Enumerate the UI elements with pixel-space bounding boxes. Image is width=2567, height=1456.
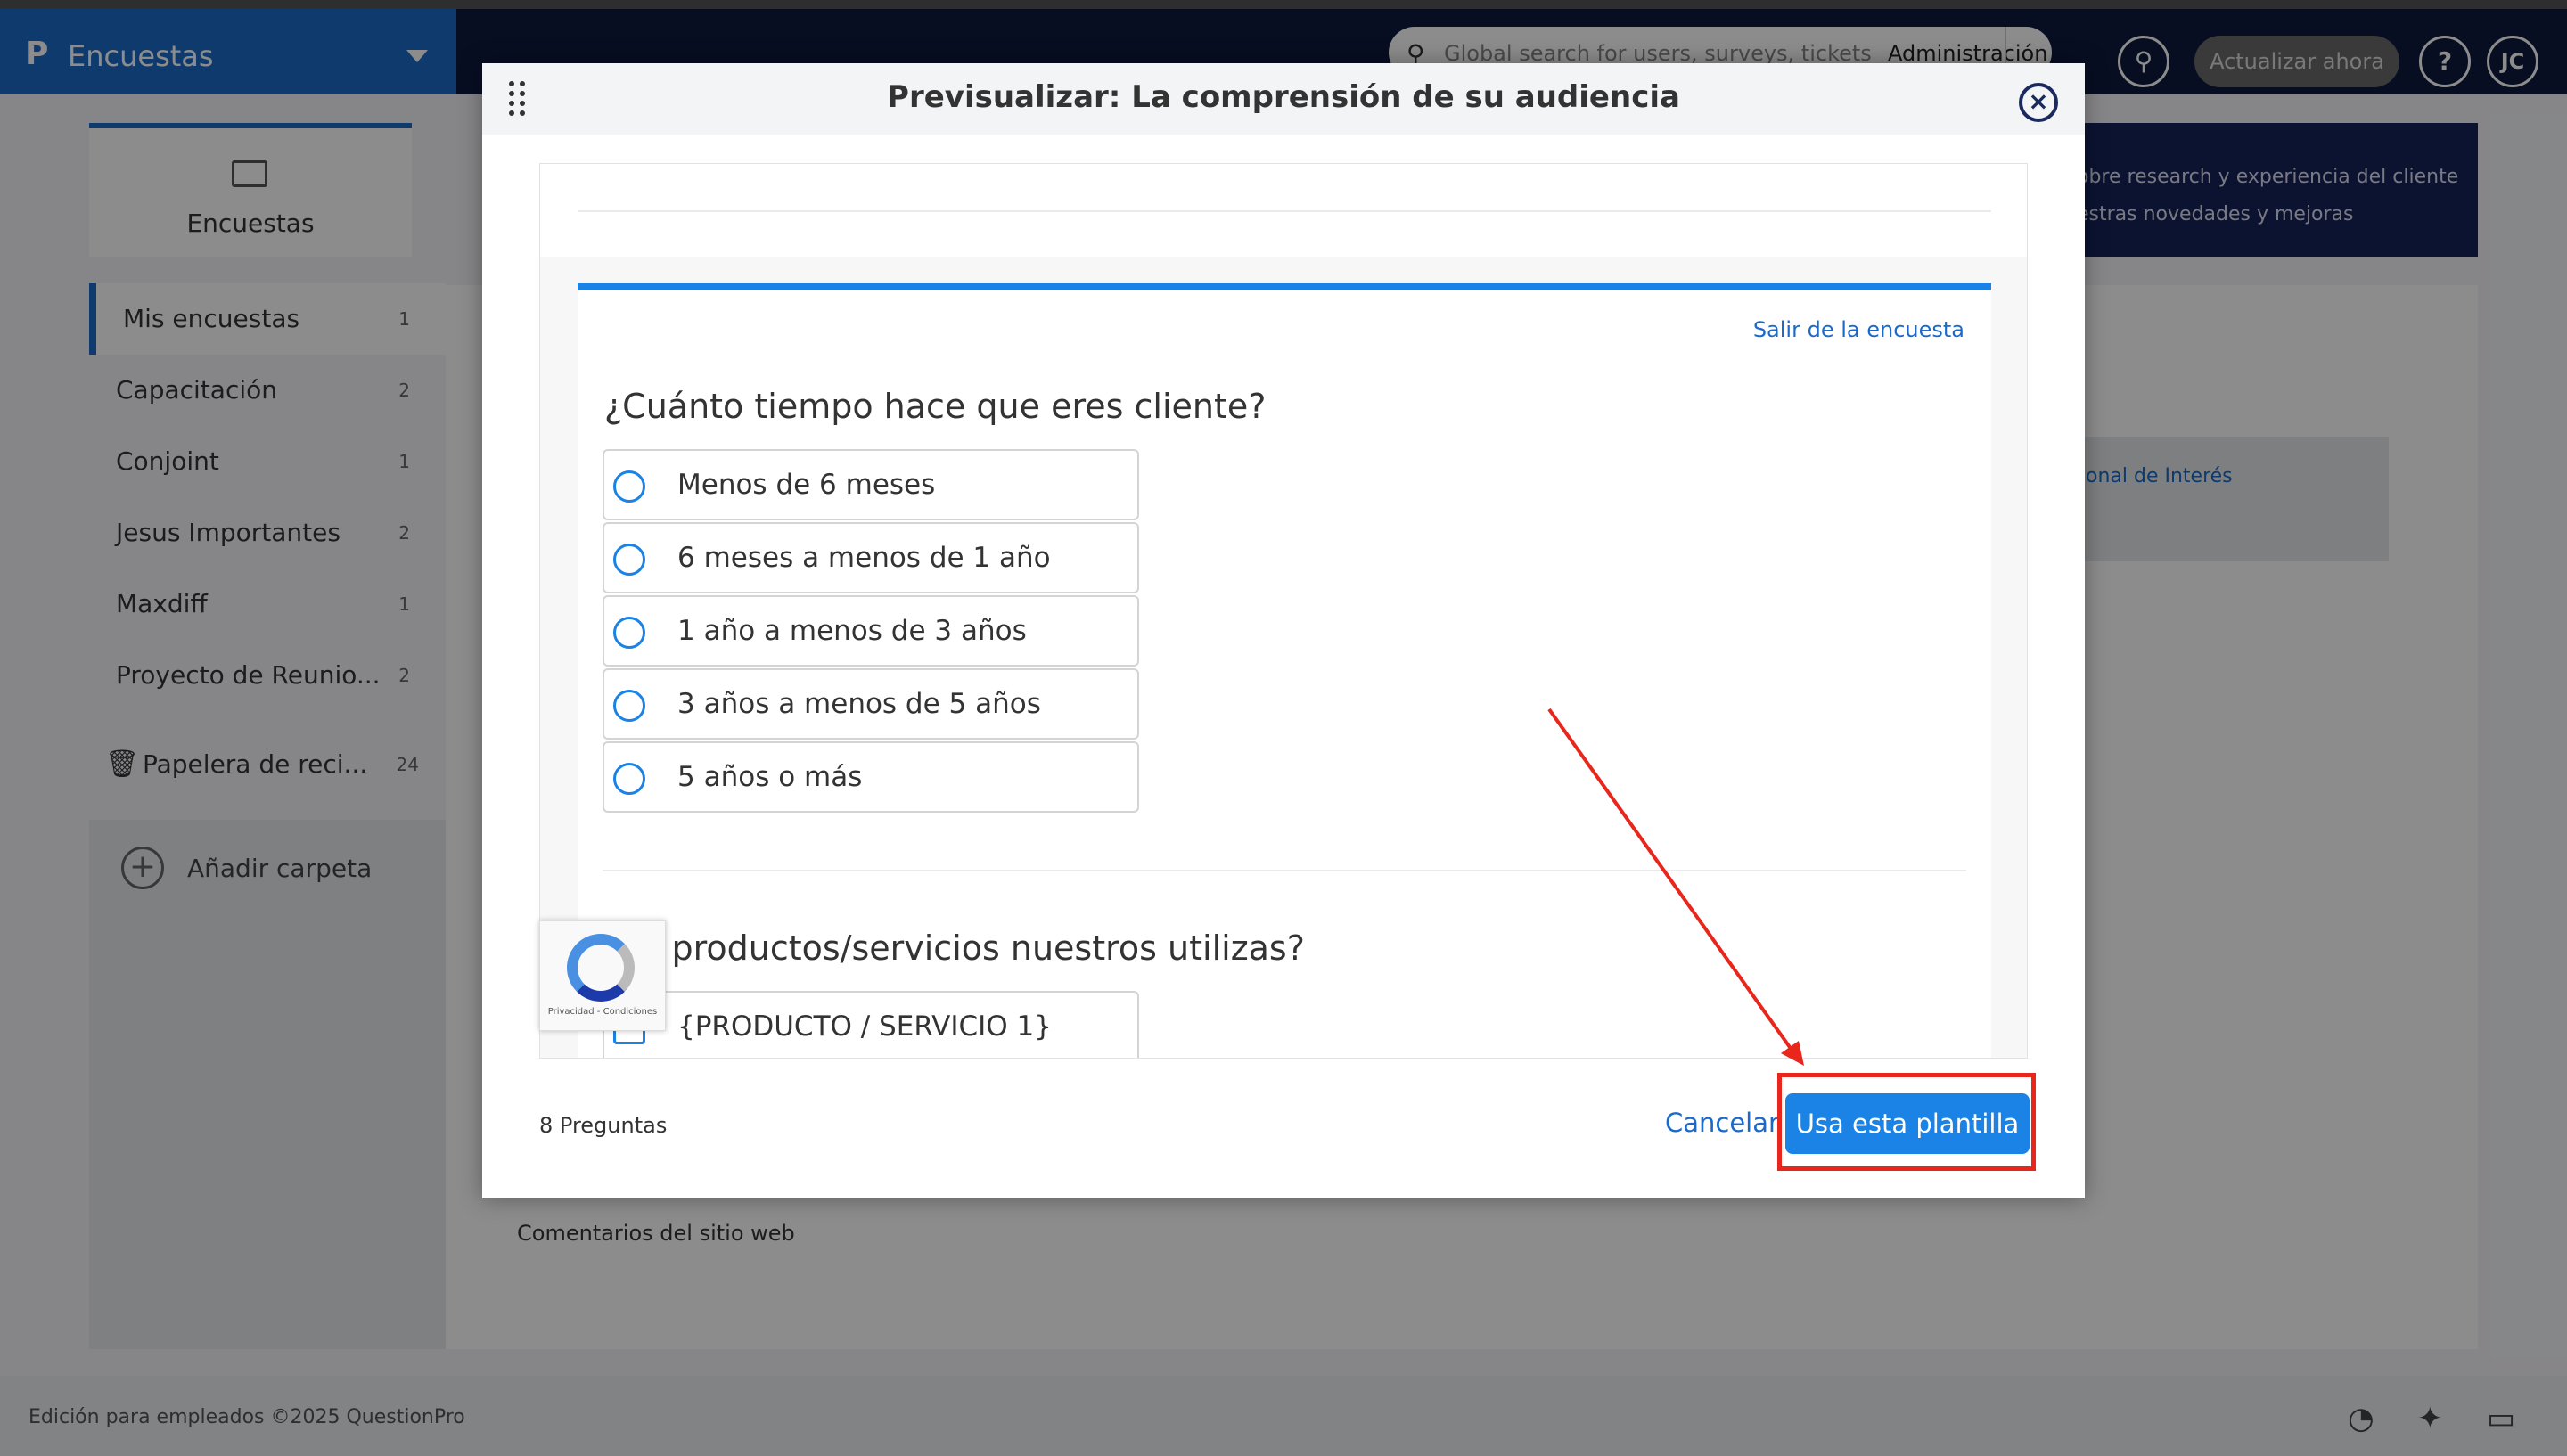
close-icon[interactable]: × xyxy=(2019,83,2058,122)
answer-option[interactable]: 6 meses a menos de 1 año xyxy=(603,522,1139,593)
answer-option[interactable]: 5 años o más xyxy=(603,741,1139,813)
modal-header: Previsualizar: La comprensión de su audi… xyxy=(482,63,2085,135)
answer-option-label: 1 año a menos de 3 años xyxy=(677,615,1027,647)
radio-button[interactable] xyxy=(613,470,645,503)
radio-button[interactable] xyxy=(613,544,645,576)
question-count: 8 Preguntas xyxy=(539,1113,668,1138)
exit-survey-link[interactable]: Salir de la encuesta xyxy=(1753,317,1964,342)
survey-body: Salir de la encuesta ¿Cuánto tiempo hace… xyxy=(578,283,1991,1058)
answer-option-label: 3 años a menos de 5 años xyxy=(677,688,1041,720)
template-preview-modal: Previsualizar: La comprensión de su audi… xyxy=(482,63,2085,1198)
modal-title: Previsualizar: La comprensión de su audi… xyxy=(887,79,1680,115)
answer-option[interactable]: 3 años a menos de 5 años xyxy=(603,668,1139,740)
recaptcha-badge[interactable]: Privacidad - Condiciones xyxy=(539,920,666,1031)
answer-option[interactable]: 1 año a menos de 3 años xyxy=(603,595,1139,667)
survey-preview-frame[interactable]: Salir de la encuesta ¿Cuánto tiempo hace… xyxy=(539,163,2028,1059)
question-divider xyxy=(603,870,1966,871)
answer-option-label: Menos de 6 meses xyxy=(677,469,936,501)
radio-button[interactable] xyxy=(613,690,645,722)
answer-option-label: 6 meses a menos de 1 año xyxy=(677,542,1051,574)
divider xyxy=(578,210,1991,212)
recaptcha-legal-text[interactable]: Privacidad - Condiciones xyxy=(540,1007,665,1017)
question-title: ¿Cuánto tiempo hace que eres cliente? xyxy=(604,387,1267,426)
answer-option[interactable]: Menos de 6 meses xyxy=(603,449,1139,520)
recaptcha-icon xyxy=(567,934,635,1002)
radio-button[interactable] xyxy=(613,617,645,649)
answer-option-label: {PRODUCTO / SERVICIO 1} xyxy=(677,1010,1052,1043)
radio-button[interactable] xyxy=(613,763,645,795)
answer-option[interactable]: {PRODUCTO / SERVICIO 1} xyxy=(603,991,1139,1058)
question-title: é productos/servicios nuestros utilizas? xyxy=(640,928,1305,968)
answer-option-label: 5 años o más xyxy=(677,761,863,793)
annotation-highlight-box xyxy=(1777,1073,2036,1171)
cancel-button[interactable]: Cancelar xyxy=(1665,1108,1779,1138)
